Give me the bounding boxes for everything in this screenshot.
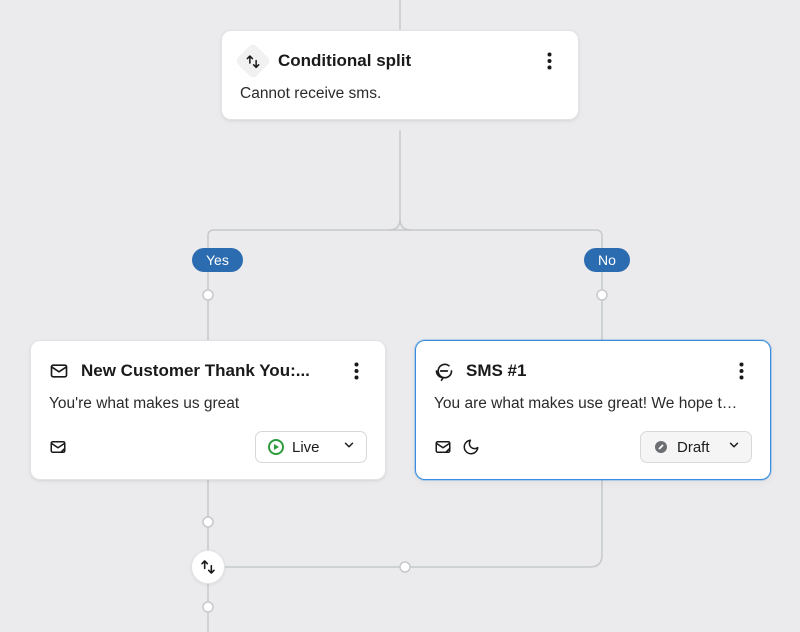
card-title: SMS #1 [466, 361, 718, 381]
status-label: Draft [677, 439, 719, 456]
more-vertical-icon [739, 362, 744, 380]
conditional-split-card[interactable]: Conditional split Cannot receive sms. [221, 30, 579, 120]
merge-node[interactable] [191, 550, 225, 584]
more-vertical-icon [547, 52, 552, 70]
split-icon [235, 43, 272, 80]
status-select[interactable]: Draft [640, 431, 752, 463]
sms-node-card[interactable]: SMS #1 You are what makes use great! We … [415, 340, 771, 480]
email-node-card[interactable]: New Customer Thank You:... You're what m… [30, 340, 386, 480]
draft-status-icon [653, 439, 669, 455]
message-preview: You are what makes use great! We hope t… [434, 395, 752, 413]
message-preview: You're what makes us great [49, 395, 367, 413]
card-title: New Customer Thank You:... [81, 361, 333, 381]
branch-label-yes: Yes [192, 248, 243, 272]
live-status-icon [268, 439, 284, 455]
condition-text: Cannot receive sms. [240, 85, 560, 103]
more-button[interactable] [345, 357, 367, 385]
card-title: Conditional split [278, 51, 526, 71]
sms-icon [434, 361, 454, 381]
branch-label-no: No [584, 248, 630, 272]
quiet-hours-icon [462, 438, 480, 456]
chevron-down-icon [342, 438, 356, 456]
more-vertical-icon [354, 362, 359, 380]
status-label: Live [292, 439, 334, 456]
mail-icon [49, 361, 69, 381]
more-button[interactable] [538, 47, 560, 75]
chevron-down-icon [727, 438, 741, 456]
smart-send-icon [434, 438, 452, 456]
merge-icon [200, 559, 216, 575]
status-select[interactable]: Live [255, 431, 367, 463]
more-button[interactable] [730, 357, 752, 385]
smart-send-icon [49, 438, 67, 456]
